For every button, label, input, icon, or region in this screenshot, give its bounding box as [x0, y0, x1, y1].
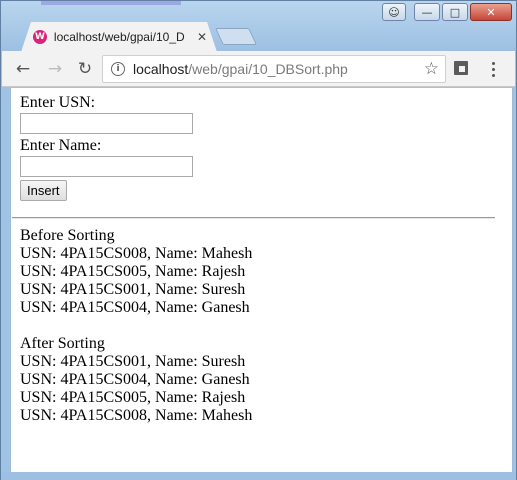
- back-arrow-icon[interactable]: ←: [12, 58, 34, 80]
- window-controls: ☺ — □ ✕: [382, 3, 512, 23]
- after-row: USN: 4PA15CS004, Name: Ganesh: [20, 371, 250, 388]
- page-content: Enter USN: Enter Name: Insert Before Sor…: [12, 94, 510, 425]
- forward-arrow-icon[interactable]: →: [44, 58, 66, 80]
- new-tab-button[interactable]: [215, 28, 257, 45]
- before-row: USN: 4PA15CS005, Name: Rajesh: [20, 263, 246, 280]
- name-label: Enter Name:: [20, 137, 102, 154]
- browser-window: ☺ — □ ✕ W localhost/web/gpai/10_D ✕ ← → …: [0, 0, 517, 480]
- title-bar: ☺ — □ ✕ W localhost/web/gpai/10_D ✕: [1, 1, 516, 52]
- favicon-icon: W: [33, 30, 47, 44]
- address-bar[interactable]: i localhost/web/gpai/10_DBSort.php ☆: [102, 55, 446, 83]
- title-bar-decoration: [41, 1, 181, 5]
- maximize-button[interactable]: □: [442, 3, 468, 21]
- url-path: /web/gpai/10_DBSort.php: [188, 61, 348, 77]
- after-sorting-heading: After Sorting: [20, 335, 105, 352]
- after-row: USN: 4PA15CS008, Name: Mahesh: [20, 407, 253, 424]
- minimize-button[interactable]: —: [414, 3, 440, 21]
- before-row: USN: 4PA15CS008, Name: Mahesh: [20, 245, 253, 262]
- extension-icon[interactable]: [454, 61, 468, 75]
- menu-icon[interactable]: [486, 58, 500, 80]
- before-sorting-heading: Before Sorting: [20, 227, 115, 244]
- bookmark-star-icon[interactable]: ☆: [424, 59, 439, 79]
- before-row: USN: 4PA15CS004, Name: Ganesh: [20, 299, 250, 316]
- tab-title: localhost/web/gpai/10_D: [53, 30, 185, 44]
- url-text[interactable]: localhost/web/gpai/10_DBSort.php: [133, 61, 348, 77]
- usn-label: Enter USN:: [20, 94, 96, 111]
- close-window-button[interactable]: ✕: [470, 3, 512, 21]
- divider: [12, 217, 495, 219]
- after-row: USN: 4PA15CS005, Name: Rajesh: [20, 389, 246, 406]
- browser-toolbar: ← → ↻ i localhost/web/gpai/10_DBSort.php…: [2, 51, 515, 87]
- user-profile-icon[interactable]: ☺: [382, 3, 406, 21]
- tab-close-icon[interactable]: ✕: [197, 30, 207, 44]
- before-row: USN: 4PA15CS001, Name: Suresh: [20, 281, 246, 298]
- page-viewport: Enter USN: Enter Name: Insert Before Sor…: [10, 88, 513, 472]
- info-icon[interactable]: i: [111, 62, 125, 76]
- name-input[interactable]: [20, 156, 193, 177]
- window-bottom-border: [1, 472, 516, 480]
- url-host: localhost: [133, 61, 189, 77]
- usn-input[interactable]: [20, 113, 193, 134]
- insert-button[interactable]: Insert: [20, 180, 67, 201]
- browser-tab-active[interactable]: W localhost/web/gpai/10_D ✕: [21, 22, 217, 52]
- reload-icon[interactable]: ↻: [74, 58, 96, 80]
- after-row: USN: 4PA15CS001, Name: Suresh: [20, 353, 246, 370]
